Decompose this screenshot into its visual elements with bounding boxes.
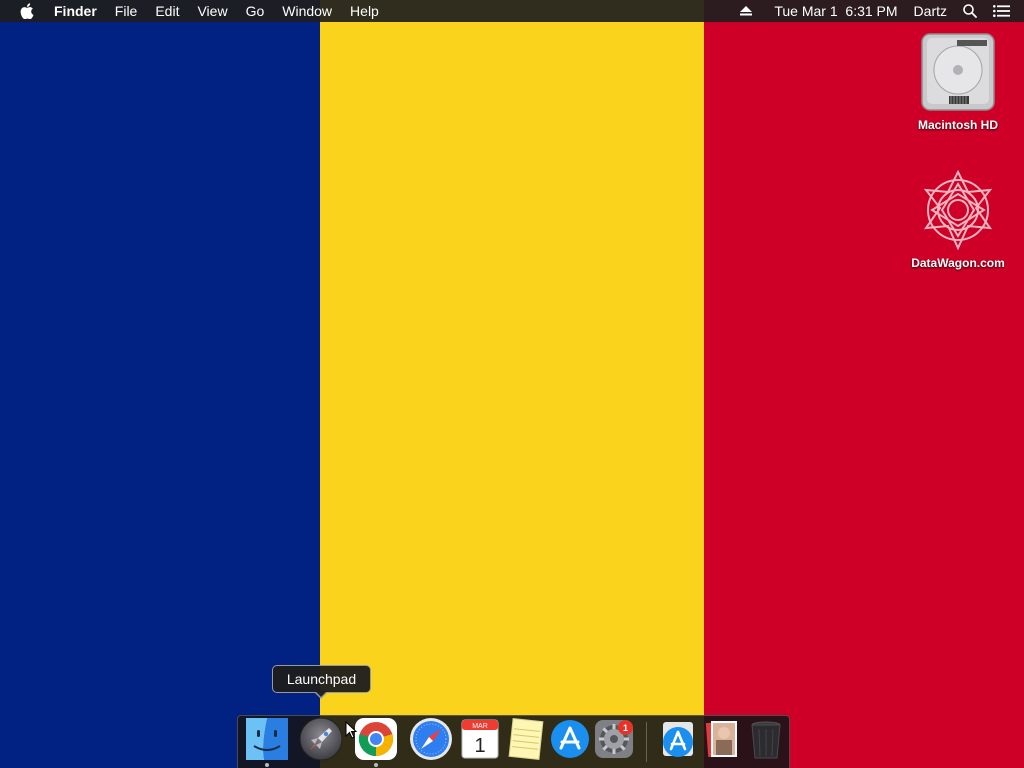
- trash-icon: [751, 721, 781, 759]
- dock-stack-documents[interactable]: [699, 716, 745, 762]
- compass-icon: [410, 718, 452, 760]
- dock-app-notes[interactable]: [503, 716, 549, 762]
- calendar-icon: MAR 1: [461, 719, 499, 759]
- dock-separator: [646, 722, 647, 762]
- mandala-pattern-icon: [923, 169, 993, 251]
- menu-edit[interactable]: Edit: [146, 0, 188, 22]
- photo-stack-icon: [705, 721, 737, 758]
- dock-app-safari[interactable]: [408, 716, 454, 762]
- eject-icon: [740, 6, 753, 16]
- wallpaper-blue-stripe: [0, 0, 320, 768]
- dock-tooltip-arrow-fill: [315, 691, 327, 697]
- calendar-month: MAR: [472, 723, 488, 730]
- rocket-icon: [299, 717, 343, 761]
- dock-trash[interactable]: [743, 716, 789, 762]
- calendar-day: 1: [474, 735, 485, 757]
- notepad-icon: [508, 717, 544, 761]
- dock: MAR 1 1: [237, 715, 790, 768]
- magnifying-glass-icon: [963, 4, 977, 18]
- desktop-icon-datawagon[interactable]: DataWagon.com: [898, 168, 1018, 270]
- list-icon: [993, 5, 1010, 17]
- mouse-cursor-icon: [345, 721, 357, 739]
- spotlight-button[interactable]: [955, 0, 985, 22]
- desktop-wallpaper[interactable]: [0, 0, 1024, 768]
- desktop-icon-label: Macintosh HD: [917, 118, 998, 132]
- running-indicator: [374, 763, 378, 767]
- wallpaper-yellow-stripe: [320, 0, 704, 768]
- dock-app-launchpad[interactable]: [298, 716, 344, 762]
- notification-badge: 1: [618, 720, 633, 735]
- apple-menu[interactable]: [0, 0, 54, 22]
- menu-file[interactable]: File: [106, 0, 147, 22]
- hard-drive-icon: [921, 33, 995, 111]
- apple-logo-icon: [20, 3, 34, 19]
- menu-bar: Finder File Edit View Go Window Help Tue…: [0, 0, 1024, 22]
- menu-help[interactable]: Help: [341, 0, 388, 22]
- clock[interactable]: Tue Mar 1 6:31 PM: [766, 0, 905, 22]
- dock-app-finder[interactable]: [244, 716, 290, 762]
- menu-window[interactable]: Window: [273, 0, 341, 22]
- chrome-icon: [355, 718, 397, 760]
- dock-tooltip: Launchpad: [272, 665, 371, 693]
- desktop-icon-macintosh-hd[interactable]: Macintosh HD: [898, 30, 1018, 132]
- menu-finder[interactable]: Finder: [54, 0, 106, 22]
- finder-icon: [246, 718, 288, 760]
- dock-app-system-preferences[interactable]: 1: [591, 716, 637, 762]
- dock-app-app-store[interactable]: [547, 716, 593, 762]
- menu-bar-status-area: Tue Mar 1 6:31 PM Dartz: [732, 0, 1024, 22]
- user-menu[interactable]: Dartz: [906, 0, 955, 22]
- app-store-download-icon: [663, 722, 693, 757]
- eject-menu[interactable]: [732, 0, 766, 22]
- menu-go[interactable]: Go: [237, 0, 274, 22]
- desktop-icon-label: DataWagon.com: [911, 256, 1005, 270]
- dock-app-chrome[interactable]: [353, 716, 399, 762]
- dock-stack-downloads[interactable]: [655, 716, 701, 762]
- running-indicator: [265, 763, 269, 767]
- notification-center-button[interactable]: [985, 0, 1024, 22]
- app-store-icon: [551, 720, 589, 758]
- dock-app-calendar[interactable]: MAR 1: [457, 716, 503, 762]
- menu-view[interactable]: View: [188, 0, 236, 22]
